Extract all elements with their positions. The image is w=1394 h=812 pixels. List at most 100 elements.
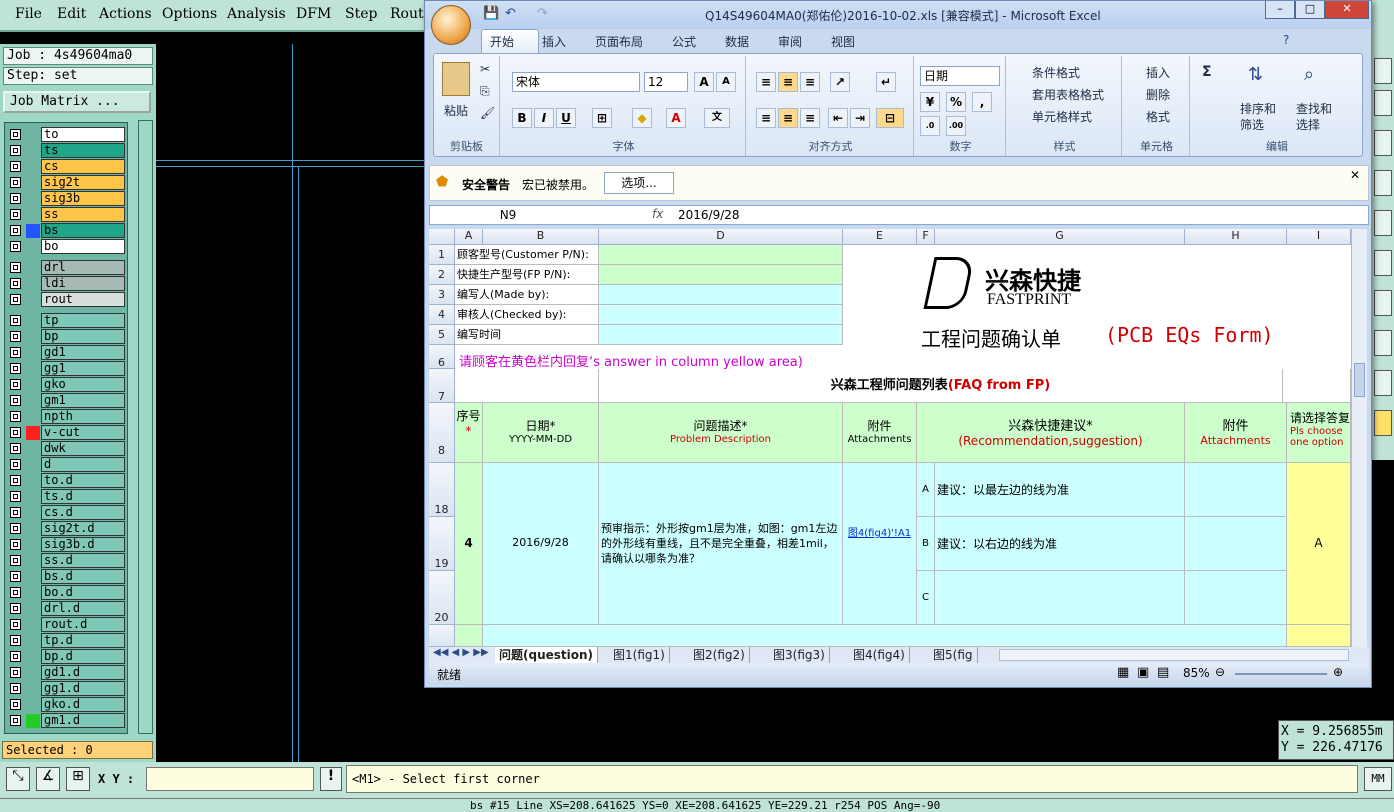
layer-name[interactable]: cs	[41, 159, 125, 174]
layer-checkbox[interactable]	[10, 571, 21, 582]
cell-b2[interactable]: 快捷生产型号(FP P/N):	[455, 265, 599, 285]
layer-row[interactable]: to.d	[5, 473, 127, 489]
layer-checkbox[interactable]	[10, 145, 21, 156]
sort-filter-label2[interactable]: 筛选	[1240, 116, 1264, 133]
tab-insert[interactable]: 插入	[542, 33, 566, 50]
cell-seq[interactable]: 4	[455, 463, 483, 625]
layer-name[interactable]: tp.d	[41, 633, 125, 648]
menu-rout[interactable]: Rout	[390, 6, 424, 22]
font-name-combo[interactable]: 宋体	[512, 72, 640, 92]
tool-button[interactable]	[1374, 210, 1392, 236]
layer-row[interactable]: npth	[5, 409, 127, 425]
layer-row[interactable]: rout	[5, 292, 127, 308]
phonetic-icon[interactable]: 文	[704, 108, 730, 128]
cell-a7[interactable]	[455, 369, 599, 403]
col-header-g[interactable]: G	[935, 229, 1185, 245]
help-icon[interactable]: ?	[1283, 33, 1289, 47]
layer-checkbox[interactable]	[10, 683, 21, 694]
layer-name[interactable]: bs.d	[41, 569, 125, 584]
delete-cells-button[interactable]: 删除	[1146, 86, 1170, 103]
sheet-tab-fig4[interactable]: 图4(fig4)	[849, 647, 910, 663]
format-painter-icon[interactable]: 🖌	[480, 106, 495, 120]
office-button[interactable]	[431, 5, 471, 45]
format-cells-button[interactable]: 格式	[1146, 108, 1170, 125]
tab-page-layout[interactable]: 页面布局	[595, 33, 643, 50]
layer-checkbox[interactable]	[10, 294, 21, 305]
layer-checkbox[interactable]	[10, 715, 21, 726]
cell-d5[interactable]	[599, 325, 843, 345]
undo-icon[interactable]: ↶	[505, 6, 516, 21]
vertical-scrollbar[interactable]	[1351, 229, 1367, 647]
align-bottom-icon[interactable]: ≡	[800, 72, 820, 92]
layer-name[interactable]: sig3b	[41, 191, 125, 206]
layer-checkbox[interactable]	[10, 427, 21, 438]
tool-button[interactable]	[1374, 250, 1392, 276]
zoom-in-icon[interactable]: ⊕	[1333, 665, 1343, 679]
conditional-format-button[interactable]: 条件格式	[1032, 64, 1080, 81]
layer-row[interactable]: cs.d	[5, 505, 127, 521]
fx-icon[interactable]: fx	[652, 207, 663, 221]
snap-icon[interactable]: ⊞	[66, 767, 90, 791]
layer-row[interactable]: v-cut	[5, 425, 127, 441]
sheet-nav-icon[interactable]: ◀◀ ◀ ▶ ▶▶	[433, 647, 489, 658]
fill-color-icon[interactable]: ◆	[632, 108, 652, 128]
layer-row[interactable]: tp	[5, 313, 127, 329]
layer-checkbox[interactable]	[10, 539, 21, 550]
layer-row[interactable]: cs	[5, 159, 127, 175]
layer-checkbox[interactable]	[10, 331, 21, 342]
minimize-button[interactable]: –	[1265, 1, 1295, 19]
row-header[interactable]: 18	[429, 463, 455, 517]
layer-row[interactable]: sig3b.d	[5, 537, 127, 553]
layer-checkbox[interactable]	[10, 651, 21, 662]
layer-checkbox[interactable]	[10, 161, 21, 172]
layer-row[interactable]: gg1.d	[5, 681, 127, 697]
col-header-d[interactable]: D	[599, 229, 843, 245]
hdr-answer[interactable]: 请选择答复 Pls choose one option	[1287, 403, 1351, 463]
layer-checkbox[interactable]	[10, 209, 21, 220]
layer-name[interactable]: ts.d	[41, 489, 125, 504]
cell-desc[interactable]: 预审指示：外形按gm1层为准，如图：gm1左边的外形线有重线，且不是完全重叠，相…	[599, 463, 843, 625]
layer-checkbox[interactable]	[10, 699, 21, 710]
menu-step[interactable]: Step	[345, 6, 377, 22]
layer-row[interactable]: ss.d	[5, 553, 127, 569]
menu-file[interactable]: File	[15, 6, 42, 22]
cell-b3[interactable]: 编写人(Made by):	[455, 285, 599, 305]
answer-cell[interactable]: A	[1287, 463, 1351, 625]
layer-checkbox[interactable]	[10, 443, 21, 454]
align-middle-icon[interactable]: ≡	[778, 72, 798, 92]
save-icon[interactable]: 💾	[483, 6, 499, 21]
tool-button[interactable]	[1374, 330, 1392, 356]
layer-name[interactable]: bo.d	[41, 585, 125, 600]
layer-name[interactable]: gg1.d	[41, 681, 125, 696]
number-format-combo[interactable]: 日期	[920, 66, 1000, 86]
tool-button[interactable]	[1374, 290, 1392, 316]
menu-actions[interactable]: Actions	[99, 6, 152, 22]
layer-name[interactable]: bp	[41, 329, 125, 344]
layer-checkbox[interactable]	[10, 315, 21, 326]
formula-input[interactable]: 2016/9/28	[678, 208, 740, 222]
layer-row[interactable]: d	[5, 457, 127, 473]
job-matrix-button[interactable]: Job Matrix ...	[3, 91, 151, 113]
row-header[interactable]: 4	[429, 305, 455, 325]
layer-checkbox[interactable]	[10, 491, 21, 502]
row-header[interactable]: 8	[429, 403, 455, 463]
layer-name[interactable]: d	[41, 457, 125, 472]
opt-c[interactable]: C	[917, 571, 935, 625]
row-header[interactable]: 5	[429, 325, 455, 345]
font-color-icon[interactable]: A	[666, 108, 686, 128]
hdr-desc[interactable]: 问题描述* Problem Description	[599, 403, 843, 463]
zoom-icon[interactable]: ⤡	[6, 767, 30, 791]
layer-checkbox[interactable]	[10, 459, 21, 470]
menu-edit[interactable]: Edit	[57, 6, 86, 22]
layer-row[interactable]: gd1.d	[5, 665, 127, 681]
maximize-button[interactable]: □	[1295, 1, 1325, 19]
row-header[interactable]	[429, 625, 455, 647]
grow-font-icon[interactable]: A	[694, 72, 714, 92]
rec-a[interactable]: 建议：以最左边的线为准	[935, 463, 1185, 517]
pagebreak-view-icon[interactable]: ▤	[1157, 665, 1169, 680]
sheet-tab-fig3[interactable]: 图3(fig3)	[769, 647, 830, 663]
layer-row[interactable]: sig3b	[5, 191, 127, 207]
faq-heading[interactable]: 兴森工程师问题列表(FAQ from FP)	[599, 369, 1283, 403]
scroll-thumb[interactable]	[1354, 363, 1365, 397]
layout-view-icon[interactable]: ▣	[1137, 665, 1149, 680]
